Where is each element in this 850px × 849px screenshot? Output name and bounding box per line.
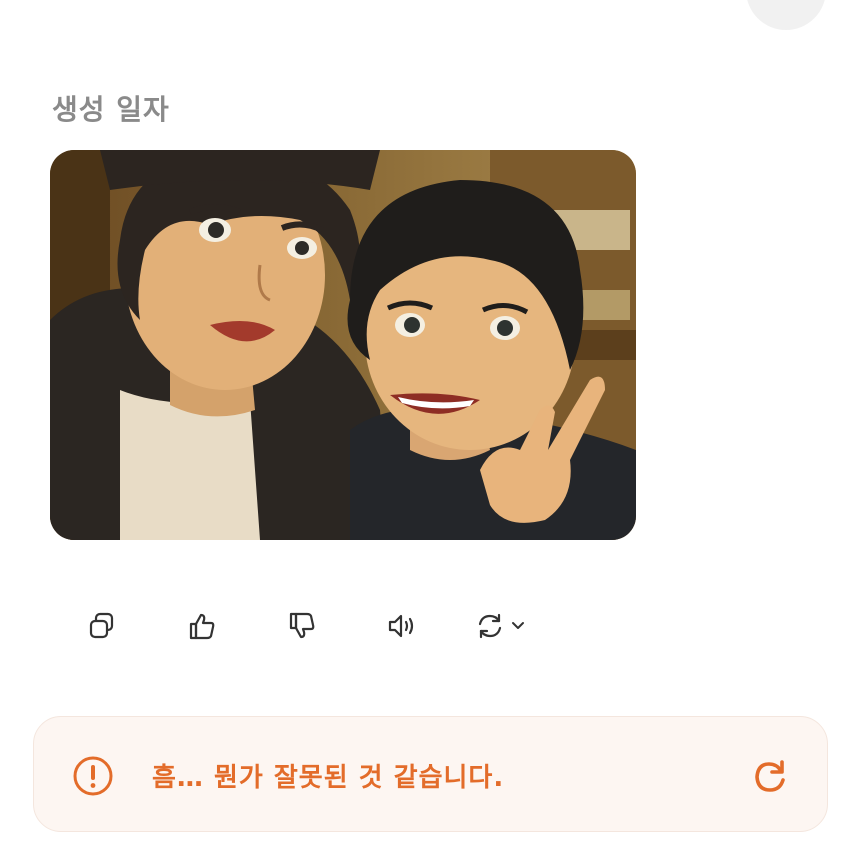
generated-image-illustration bbox=[50, 150, 636, 540]
speaker-icon bbox=[388, 614, 414, 638]
section-label: 생성 일자 bbox=[52, 93, 170, 126]
copy-icon bbox=[89, 612, 114, 639]
error-message: 흠… 뭔가 잘못된 것 같습니다. bbox=[152, 763, 505, 793]
thumbs-up-icon bbox=[189, 613, 215, 640]
dislike-button[interactable] bbox=[280, 604, 324, 648]
error-alert: 흠… 뭔가 잘못된 것 같습니다. bbox=[33, 716, 828, 832]
exclamation-circle-icon bbox=[73, 756, 113, 796]
regenerate-button[interactable] bbox=[472, 604, 532, 648]
regenerate-icon bbox=[478, 613, 524, 639]
read-aloud-button[interactable] bbox=[380, 604, 424, 648]
copy-button[interactable] bbox=[80, 604, 124, 648]
menu-button[interactable] bbox=[746, 0, 826, 30]
thumbs-down-icon bbox=[289, 612, 315, 639]
like-button[interactable] bbox=[180, 604, 224, 648]
refresh-icon bbox=[755, 760, 785, 792]
generated-image[interactable] bbox=[50, 150, 636, 540]
retry-button[interactable] bbox=[750, 757, 790, 797]
message-actions bbox=[80, 604, 560, 648]
